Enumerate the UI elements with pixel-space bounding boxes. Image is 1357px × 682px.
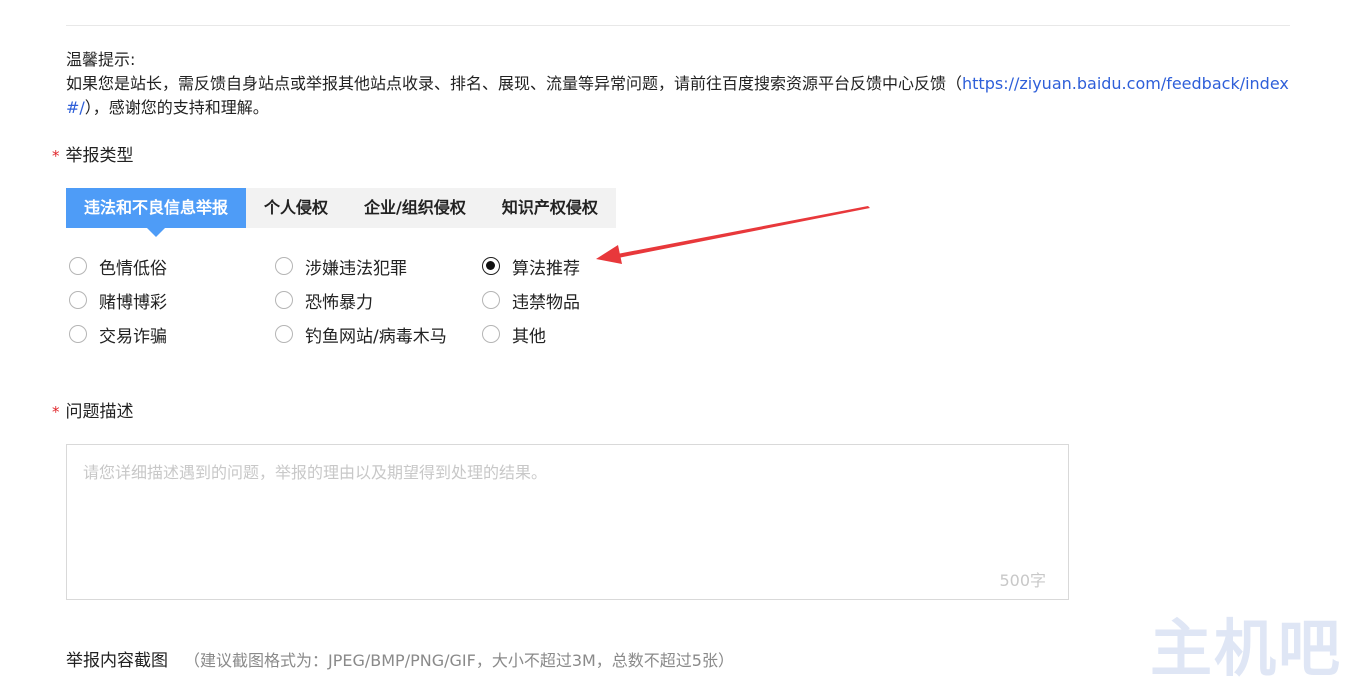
description-textarea[interactable] [67,445,1068,599]
tab-personal-infringement[interactable]: 个人侵权 [246,188,346,228]
watermark-logo: 主机吧 [1150,612,1343,682]
radio-label: 恐怖暴力 [305,292,373,313]
tip-box: 温馨提示: 如果您是站长，需反馈自身站点或举报其他站点收录、排名、展现、流量等异… [66,48,1292,120]
required-mark: * [52,403,60,421]
radio-label: 涉嫌违法犯罪 [305,258,407,279]
radio-circle[interactable] [275,257,293,275]
description-label-text: 问题描述 [65,402,134,422]
radio-circle[interactable] [69,291,87,309]
radio-option-2[interactable]: 算法推荐 [482,253,632,279]
tab-illegal-info[interactable]: 违法和不良信息举报 [66,188,247,237]
radio-option-3[interactable]: 赌博博彩 [69,287,275,313]
required-mark: * [52,147,60,165]
radio-label: 色情低俗 [99,258,167,279]
char-counter: 500字 [999,571,1046,590]
report-category-options: 色情低俗 涉嫌违法犯罪 算法推荐 赌博博彩 恐怖暴力 违禁物品 交易诈骗 钓鱼网… [69,253,632,355]
screenshot-hint: （建议截图格式为：JPEG/BMP/PNG/GIF，大小不超过3M，总数不超过5… [184,651,734,670]
radio-circle[interactable] [275,325,293,343]
description-label: * 问题描述 [52,401,134,423]
report-type-label-text: 举报类型 [65,146,134,166]
radio-option-8[interactable]: 其他 [482,321,632,347]
screenshot-label-text: 举报内容截图 [66,651,168,671]
radio-label: 违禁物品 [512,292,580,313]
tab-ip-infringement[interactable]: 知识产权侵权 [484,188,616,228]
radio-circle[interactable] [482,257,500,275]
radio-label: 交易诈骗 [99,326,167,347]
top-divider [66,25,1290,26]
screenshot-label: 举报内容截图 （建议截图格式为：JPEG/BMP/PNG/GIF，大小不超过3M，… [66,646,734,671]
radio-label: 算法推荐 [512,258,580,279]
radio-label: 其他 [512,326,546,347]
radio-option-1[interactable]: 涉嫌违法犯罪 [275,253,482,279]
radio-circle[interactable] [482,325,500,343]
tip-text-before: 如果您是站长，需反馈自身站点或举报其他站点收录、排名、展现、流量等异常问题，请前… [66,74,963,93]
tip-title: 温馨提示: [66,50,136,69]
report-type-label: * 举报类型 [52,145,134,167]
radio-option-0[interactable]: 色情低俗 [69,253,275,279]
radio-label: 钓鱼网站/病毒木马 [305,326,447,347]
description-box: 500字 [66,444,1069,600]
radio-option-7[interactable]: 钓鱼网站/病毒木马 [275,321,482,347]
tab-enterprise-infringement[interactable]: 企业/组织侵权 [346,188,484,228]
radio-option-4[interactable]: 恐怖暴力 [275,287,482,313]
radio-circle[interactable] [275,291,293,309]
radio-circle[interactable] [69,257,87,275]
radio-circle[interactable] [69,325,87,343]
report-type-tabs: 违法和不良信息举报 个人侵权 企业/组织侵权 知识产权侵权 [66,188,616,237]
radio-label: 赌博博彩 [99,292,167,313]
radio-option-5[interactable]: 违禁物品 [482,287,632,313]
tip-text-after: ），感谢您的支持和理解。 [84,98,269,117]
radio-option-6[interactable]: 交易诈骗 [69,321,275,347]
radio-circle[interactable] [482,291,500,309]
